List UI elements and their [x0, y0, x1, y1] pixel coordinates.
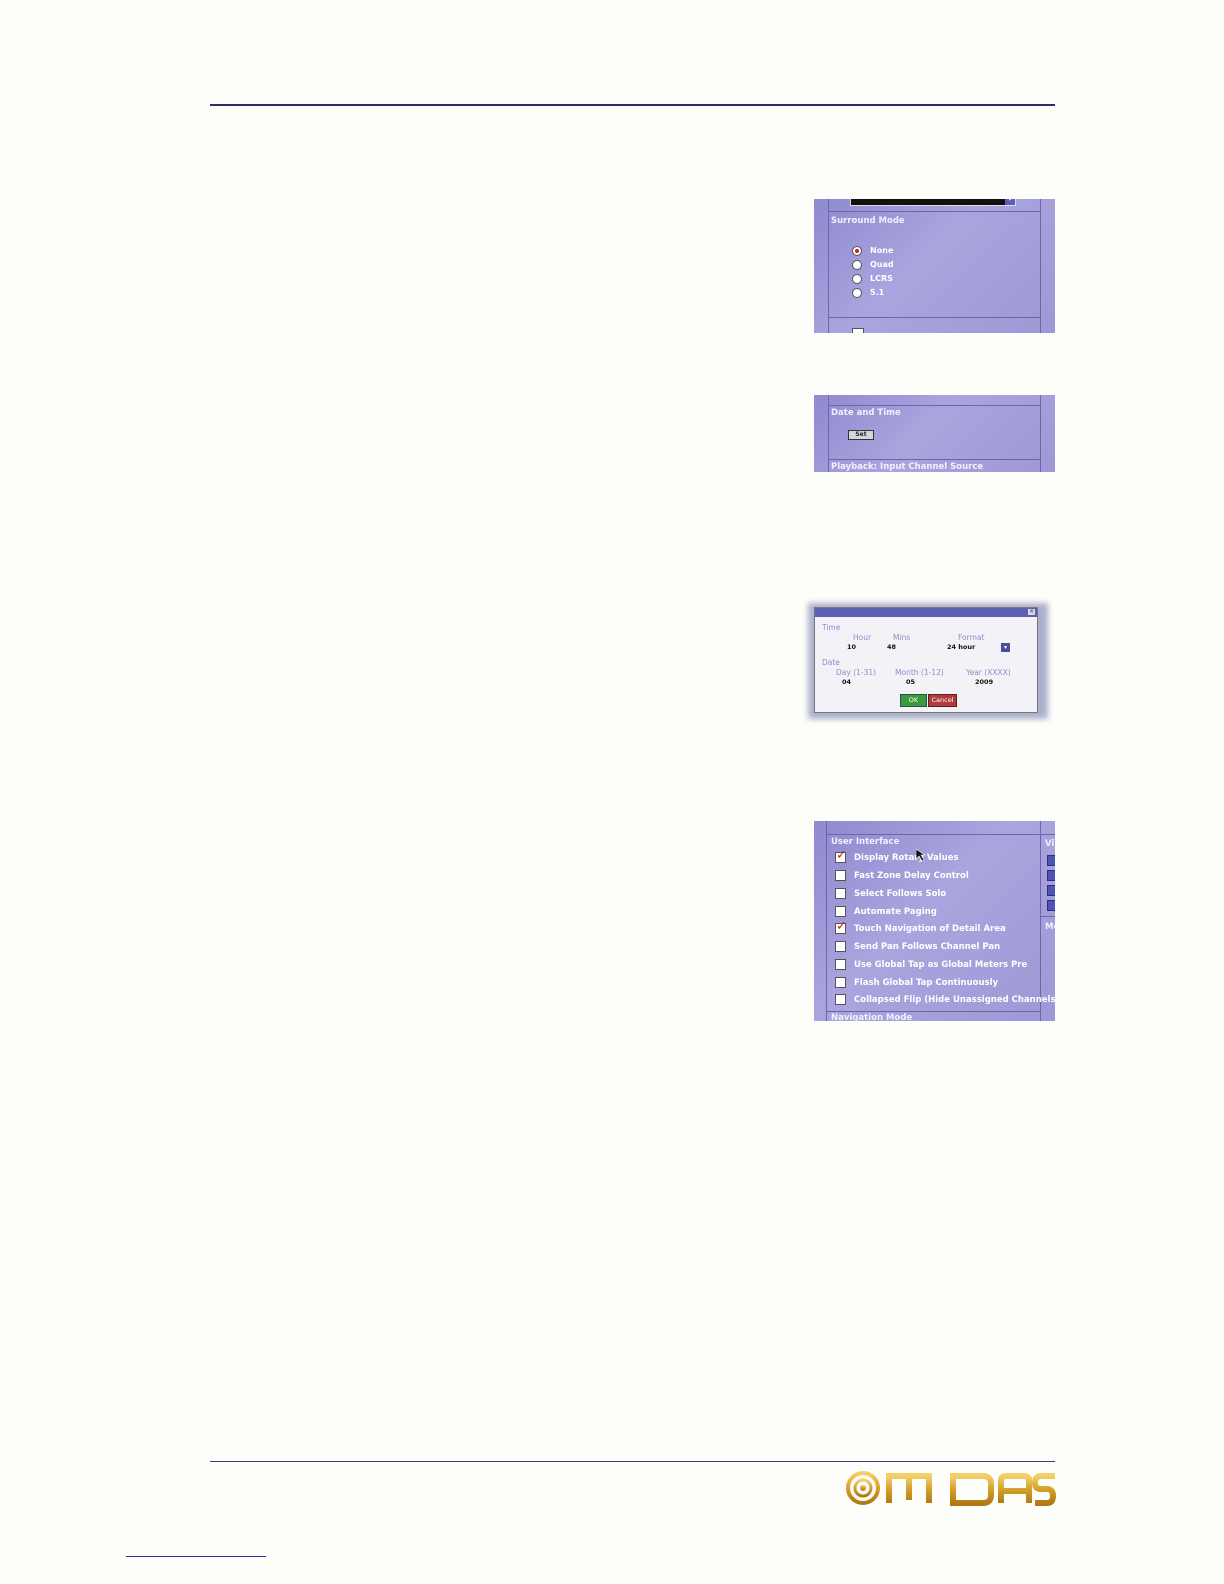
radio-label: 5.1	[870, 288, 885, 297]
hour-label: Hour	[853, 633, 872, 642]
side-button[interactable]	[1047, 900, 1055, 911]
divider	[1040, 916, 1055, 917]
checkbox-label: Fast Zone Delay Control	[854, 871, 969, 881]
divider	[1040, 395, 1041, 472]
header-rule	[210, 104, 1055, 106]
section-title: Surround Mode	[831, 216, 905, 226]
checkbox[interactable]	[852, 328, 864, 333]
side-button[interactable]	[1047, 870, 1055, 881]
month-label: Month (1-12)	[895, 668, 944, 677]
radio-lcrs[interactable]	[852, 274, 862, 284]
divider	[1040, 199, 1041, 333]
checkbox-label: Use Global Tap as Global Meters Pre	[854, 960, 1028, 970]
checkbox-fast-zone-delay[interactable]	[835, 870, 846, 881]
checkbox-display-rotary-values[interactable]	[835, 848, 847, 863]
day-field[interactable]: 04	[842, 678, 851, 686]
checkbox-label: Select Follows Solo	[854, 889, 947, 899]
divider	[826, 1011, 1041, 1012]
radio-quad[interactable]	[852, 260, 862, 270]
checkbox-touch-navigation[interactable]	[835, 919, 847, 934]
mouse-pointer-icon	[916, 849, 926, 861]
divider	[828, 199, 829, 333]
divider	[1040, 821, 1041, 1021]
radio-none[interactable]	[852, 246, 862, 256]
cancel-button[interactable]: Cancel	[928, 694, 957, 707]
format-select[interactable]: 24 hour	[947, 643, 975, 651]
checkbox-label: Flash Global Tap Continuously	[854, 978, 999, 988]
midas-logo	[846, 1471, 1057, 1506]
section-title: Playback: Input Channel Source	[831, 462, 984, 472]
source-dropdown[interactable]: ▾	[850, 199, 1016, 206]
checkbox-label: Touch Navigation of Detail Area	[854, 924, 1006, 934]
checkbox-flash-global-tap[interactable]	[835, 977, 846, 988]
day-label: Day (1-31)	[836, 668, 877, 677]
year-field[interactable]: 2009	[975, 678, 993, 686]
side-button[interactable]	[1047, 855, 1055, 866]
section-title: User Interface	[831, 837, 900, 847]
month-field[interactable]: 05	[906, 678, 915, 686]
checkbox-send-pan[interactable]	[835, 941, 846, 952]
checkbox-select-follows-solo[interactable]	[835, 888, 846, 899]
radio-label: LCRS	[870, 274, 893, 283]
divider	[826, 834, 1055, 835]
section-title: Date and Time	[831, 408, 901, 418]
ok-button[interactable]: OK	[900, 694, 927, 707]
chevron-down-icon[interactable]: ▾	[1005, 199, 1015, 205]
divider	[828, 317, 1041, 318]
date-time-dialog: × Time Hour Mins Format 10 48 24 hour ▾ …	[814, 607, 1038, 713]
year-label: Year (XXXX)	[966, 668, 1011, 677]
divider	[828, 459, 1041, 460]
radio-5-1[interactable]	[852, 288, 862, 298]
radio-label: None	[870, 246, 894, 255]
checkbox-global-tap[interactable]	[835, 959, 846, 970]
format-label: Format	[958, 633, 985, 642]
user-interface-panel: User Interface Vi Me Display Rotary Valu…	[814, 821, 1055, 1021]
side-label: Me	[1045, 922, 1055, 932]
set-date-time-button[interactable]: Set	[848, 430, 874, 440]
footer-link-underline[interactable]	[126, 1556, 266, 1557]
date-heading: Date	[822, 658, 840, 667]
surround-mode-panel: ▾ Surround Mode None Quad LCRS 5.1	[814, 199, 1055, 333]
checkbox-collapsed-flip[interactable]	[835, 994, 846, 1005]
section-title: Navigation Mode	[831, 1013, 913, 1021]
mins-label: Mins	[893, 633, 911, 642]
radio-label: Quad	[870, 260, 894, 269]
footer-rule	[210, 1461, 1055, 1462]
divider	[828, 395, 829, 472]
close-icon[interactable]: ×	[1028, 609, 1035, 615]
side-button[interactable]	[1047, 885, 1055, 896]
chevron-down-icon[interactable]: ▾	[1001, 643, 1010, 652]
divider	[828, 405, 1041, 406]
hour-field[interactable]: 10	[847, 643, 856, 651]
date-time-panel: Date and Time Set Playback: Input Channe…	[814, 395, 1055, 472]
checkbox-label: Collapsed Flip (Hide Unassigned Channels…	[854, 995, 1055, 1005]
divider	[828, 211, 1041, 212]
checkbox-automate-paging[interactable]	[835, 906, 846, 917]
checkbox-label: Display Rotary Values	[854, 853, 959, 863]
mins-field[interactable]: 48	[887, 643, 896, 651]
time-heading: Time	[822, 623, 841, 632]
divider	[826, 821, 827, 1021]
checkbox-label: Automate Paging	[854, 907, 937, 917]
dialog-title-bar: ×	[815, 608, 1037, 617]
checkbox-label: Send Pan Follows Channel Pan	[854, 942, 1001, 952]
side-label: Vi	[1045, 839, 1055, 849]
